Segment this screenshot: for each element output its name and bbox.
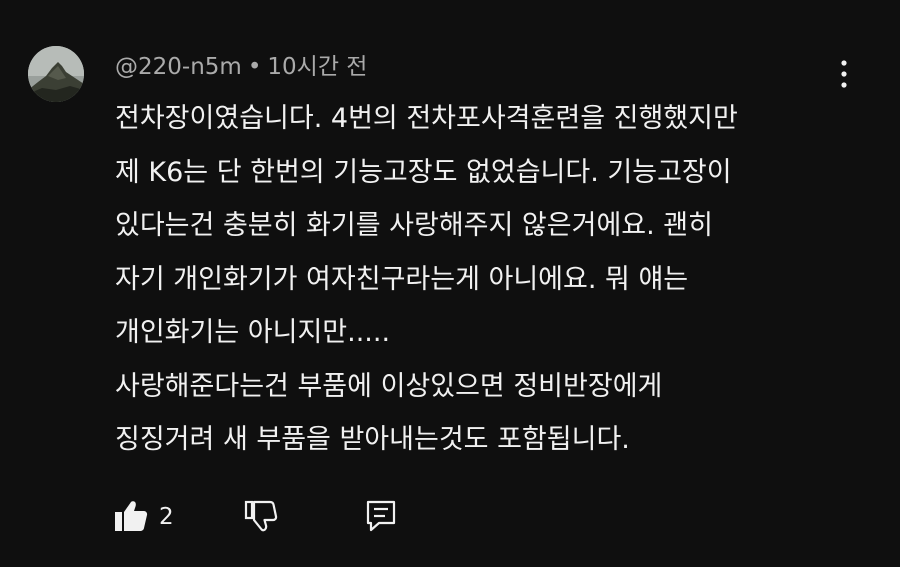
comment-line: 제 K6는 단 한번의 기능고장도 없었습니다. 기능고장이 — [115, 156, 732, 188]
comment-header: @220-n5m • 10시간 전 — [115, 52, 367, 82]
author-name[interactable]: @220-n5m — [115, 54, 242, 80]
more-vertical-icon — [841, 60, 847, 88]
separator-dot: • — [247, 54, 262, 80]
reply-button[interactable] — [363, 498, 399, 534]
like-button[interactable] — [113, 498, 149, 534]
mountain-avatar-image — [28, 46, 84, 102]
comment-text: 전차장이였습니다. 4번의 전차포사격훈련을 진행했지만 제 K6는 단 한번의… — [115, 92, 885, 467]
avatar[interactable] — [28, 46, 84, 102]
comment-timestamp[interactable]: 10시간 전 — [267, 54, 367, 80]
comment-line: 자기 개인화기가 여자친구라는게 아니에요. 뭐 얘는 — [115, 263, 689, 295]
comment: @220-n5m • 10시간 전 전차장이였습니다. 4번의 전차포사격훈련을 진… — [0, 0, 900, 567]
like-count: 2 — [159, 504, 174, 530]
reply-comment-icon — [366, 500, 396, 532]
more-options-button[interactable] — [826, 56, 862, 92]
comment-line: 사랑해준다는건 부품에 이상있으면 정비반장에게 — [115, 370, 663, 402]
thumbs-up-filled-icon — [115, 501, 148, 531]
comment-line: 전차장이였습니다. 4번의 전차포사격훈련을 진행했지만 — [115, 103, 738, 134]
comment-line: 개인화기는 아니지만..... — [115, 317, 391, 348]
comment-line: 징징거려 새 부품을 받아내는것도 포함됩니다. — [115, 424, 630, 455]
thumbs-down-outline-icon — [244, 500, 278, 532]
dislike-button[interactable] — [243, 498, 279, 534]
comment-line: 있다는건 충분히 화기를 사랑해주지 않은거에요. 괜히 — [115, 210, 713, 241]
